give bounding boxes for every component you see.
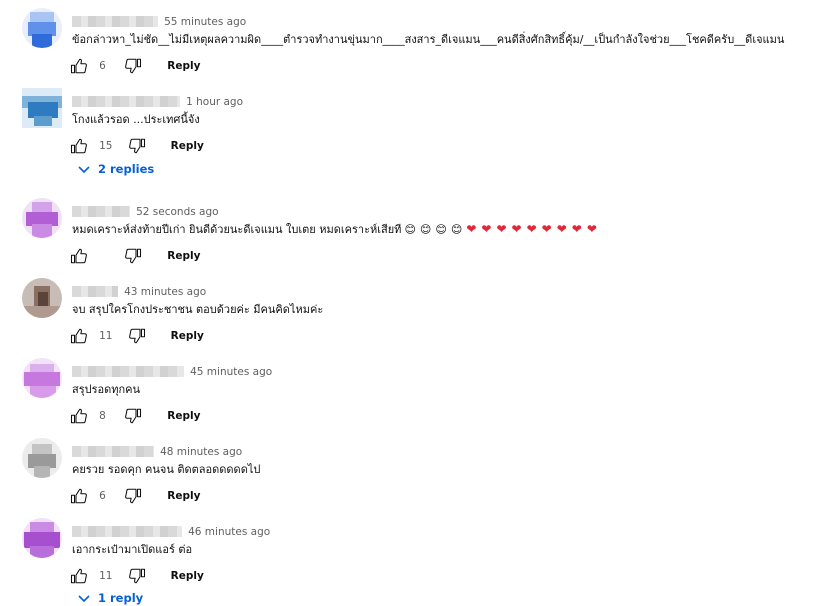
reply-button[interactable]: Reply [171,140,204,152]
author-name[interactable] [72,206,130,217]
dislike-icon[interactable] [128,327,146,345]
reply-button[interactable]: Reply [167,250,200,262]
dislike-icon[interactable] [128,137,146,155]
avatar[interactable] [22,198,62,238]
comment-text: หมดเคราะห์ส่งท้ายปีเก่า ยินดีด้วยนะดีเจแ… [72,223,402,236]
reply-button[interactable]: Reply [167,60,200,72]
heart-emoji: ❤ [586,222,597,236]
avatar[interactable] [22,8,62,48]
reply-button[interactable]: Reply [167,490,200,502]
like-icon[interactable] [70,407,88,425]
author-name[interactable] [72,526,182,537]
like-count: 11 [99,569,113,582]
comment-timestamp[interactable]: 48 minutes ago [160,446,242,458]
like-count: 6 [99,489,106,502]
comment-text: เอากระเป๋ามาเปิดแอร์ ต่อ [72,543,193,556]
replies-count-label: 2 replies [98,162,155,176]
dislike-icon[interactable] [124,247,142,265]
like-icon[interactable] [70,567,88,585]
author-name[interactable] [72,366,184,377]
dislike-icon[interactable] [124,487,142,505]
like-icon[interactable] [70,247,88,265]
chevron-down-icon [78,594,90,602]
avatar[interactable] [22,438,62,478]
author-name[interactable] [72,286,118,297]
reply-button[interactable]: Reply [171,570,204,582]
comment-timestamp[interactable]: 43 minutes ago [124,286,206,298]
heart-emoji: ❤ [466,222,477,236]
comment-timestamp[interactable]: 55 minutes ago [164,16,246,28]
dislike-icon[interactable] [124,407,142,425]
comment-text-row: หมดเคราะห์ส่งท้ายปีเก่า ยินดีด้วยนะดีเจแ… [72,220,602,238]
heart-emoji: ❤ [481,222,492,236]
comment-text: ข้อกล่าวหา_ไม่ชัด__ไม่มีเหตุผลความผิด___… [72,33,785,46]
comment-text: คยรวย รอดคุก คนจน ติดตลอดดดดดไป [72,463,261,476]
like-count: 8 [99,409,106,422]
emoji-row: 😊 😊 😊 😊 ❤ ❤ ❤ ❤ ❤ ❤ ❤ ❤ ❤ [404,222,601,236]
avatar[interactable] [22,88,62,128]
comment-timestamp[interactable]: 1 hour ago [186,96,243,108]
author-name[interactable] [72,446,154,457]
like-count: 15 [99,139,113,152]
comment-text: สรุปรอดทุกคน [72,383,141,396]
reply-button[interactable]: Reply [167,410,200,422]
like-count: 6 [99,59,106,72]
avatar[interactable] [22,358,62,398]
heart-emoji: ❤ [511,222,522,236]
like-icon[interactable] [70,57,88,75]
dislike-icon[interactable] [124,57,142,75]
replies-toggle[interactable]: 1 reply [78,591,143,605]
like-icon[interactable] [70,487,88,505]
comment-timestamp[interactable]: 46 minutes ago [188,526,270,538]
heart-emoji: ❤ [496,222,507,236]
author-name[interactable] [72,16,158,27]
replies-count-label: 1 reply [98,591,144,605]
replies-toggle[interactable]: 2 replies [78,162,154,176]
author-name[interactable] [72,96,180,107]
heart-emoji: ❤ [541,222,552,236]
smile-emoji: 😊 [404,223,416,236]
comment-timestamp[interactable]: 52 seconds ago [136,206,218,218]
comment-text: จบ สรุปใครโกงประชาชน ตอบด้วยค่ะ มีคนคิดไ… [72,303,324,316]
heart-emoji: ❤ [556,222,567,236]
chevron-down-icon [78,165,90,173]
smile-emoji: 😊 [419,223,432,236]
avatar[interactable] [22,518,62,558]
like-icon[interactable] [70,137,88,155]
smile-emoji: 😊 [435,223,447,236]
comment-timestamp[interactable]: 45 minutes ago [190,366,272,378]
heart-emoji: ❤ [571,222,582,236]
like-icon[interactable] [70,327,88,345]
like-count: 11 [99,329,113,342]
heart-emoji: ❤ [526,222,537,236]
dislike-icon[interactable] [128,567,146,585]
smile-emoji: 😊 [450,223,463,236]
comment-text: โกงแล้วรอด ...ประเทศนี้จัง [72,113,200,126]
reply-button[interactable]: Reply [171,330,204,342]
avatar[interactable] [22,278,62,318]
